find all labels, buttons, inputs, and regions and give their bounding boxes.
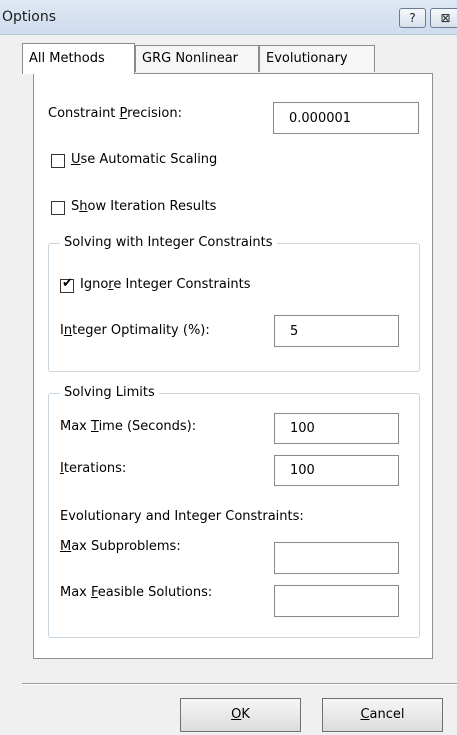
evolutionary-integer-heading: Evolutionary and Integer Constraints: — [60, 509, 304, 524]
max-time-input[interactable] — [274, 413, 399, 444]
ignore-integer-constraints-label: Ignore Integer Constraints — [80, 277, 251, 292]
max-feasible-solutions-input[interactable] — [274, 585, 399, 617]
use-automatic-scaling-label: Use Automatic Scaling — [71, 152, 218, 167]
tab-evolutionary[interactable]: Evolutionary — [259, 45, 375, 72]
max-feasible-solutions-label: Max Feasible Solutions: — [60, 585, 213, 600]
integer-optimality-input[interactable] — [274, 315, 399, 347]
title-bar: Options ? ⊠ — [0, 0, 457, 35]
max-time-label: Max Time (Seconds): — [60, 419, 197, 434]
tab-label: Evolutionary — [266, 51, 348, 66]
window-title: Options — [2, 9, 57, 25]
ok-button[interactable]: OK — [180, 698, 301, 732]
checkmark-icon: ✔ — [62, 276, 73, 291]
iterations-input[interactable] — [274, 455, 399, 486]
cancel-button[interactable]: Cancel — [322, 698, 443, 732]
close-icon: ⊠ — [440, 11, 451, 25]
ignore-integer-constraints-checkbox[interactable]: ✔ — [60, 276, 74, 293]
tab-grg-nonlinear[interactable]: GRG Nonlinear — [135, 45, 259, 72]
solving-limits-group-title: Solving Limits — [60, 385, 159, 400]
integer-optimality-label: Integer Optimality (%): — [60, 323, 210, 338]
iterations-label: Iterations: — [60, 461, 127, 476]
tab-all-methods[interactable]: All Methods — [22, 43, 135, 74]
constraint-precision-input[interactable] — [273, 102, 419, 134]
integer-constraints-group-title: Solving with Integer Constraints — [60, 235, 277, 250]
max-subproblems-input[interactable] — [274, 542, 399, 574]
constraint-precision-label: Constraint Precision: — [48, 106, 182, 121]
solving-limits-group: Solving Limits Max Time (Seconds): Itera… — [48, 385, 420, 638]
max-subproblems-label: Max Subproblems: — [60, 539, 181, 554]
use-automatic-scaling-checkbox[interactable] — [51, 154, 65, 168]
show-iteration-results-label: Show Iteration Results — [71, 199, 217, 214]
button-area-separator — [22, 683, 457, 685]
help-button[interactable]: ? — [399, 8, 426, 28]
show-iteration-results-checkbox[interactable] — [51, 201, 65, 215]
tab-label: All Methods — [29, 51, 105, 66]
help-icon: ? — [409, 11, 416, 25]
tab-panel-all-methods: Constraint Precision: Use Automatic Scal… — [33, 73, 433, 659]
close-button[interactable]: ⊠ — [430, 8, 457, 28]
tab-label: GRG Nonlinear — [142, 51, 239, 66]
integer-constraints-group: Solving with Integer Constraints ✔ Ignor… — [48, 235, 420, 372]
